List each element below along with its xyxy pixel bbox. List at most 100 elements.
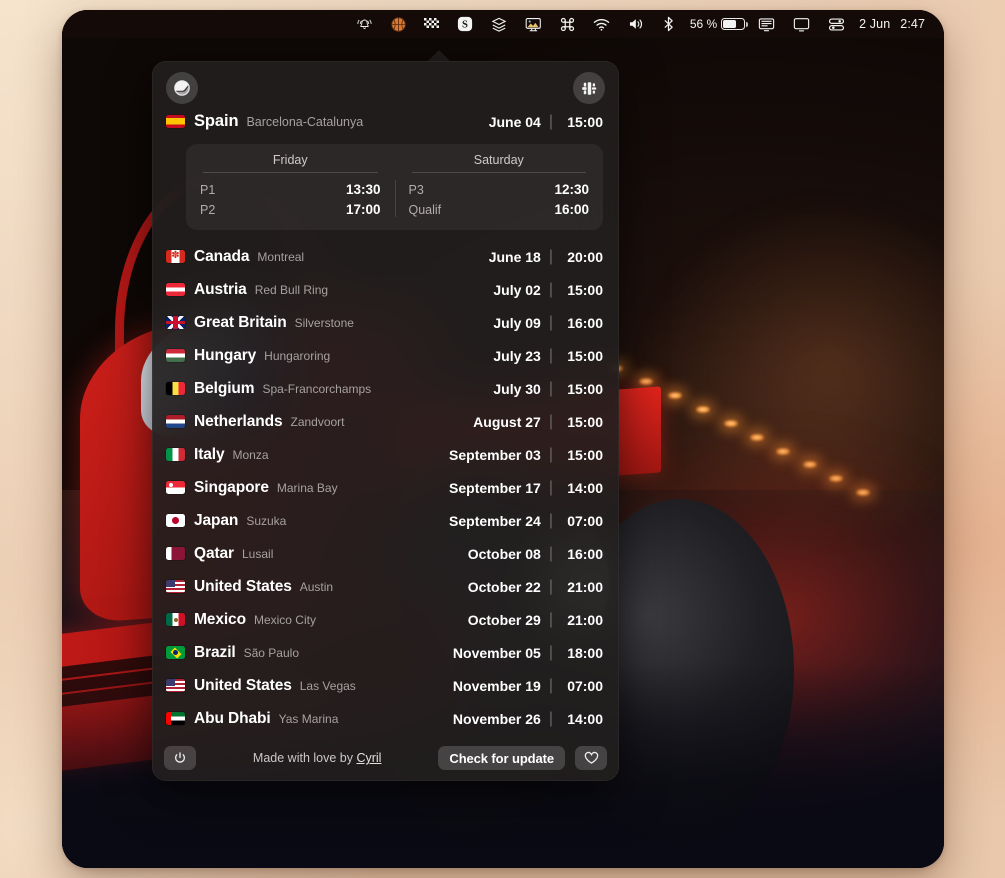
race-row[interactable]: Canada Montreal June 18 | 20:00	[152, 240, 619, 273]
race-row[interactable]: Belgium Spa-Francorchamps July 30 | 15:00	[152, 372, 619, 405]
race-row[interactable]: Italy Monza September 03 | 15:00	[152, 438, 619, 471]
race-row[interactable]: Hungary Hungaroring July 23 | 15:00	[152, 339, 619, 372]
race-date: August 27	[473, 413, 541, 430]
race-row[interactable]: United States Austin October 22 | 21:00	[152, 570, 619, 603]
credit-prefix: Made with love by	[252, 751, 353, 765]
check-for-update-button[interactable]: Check for update	[438, 746, 565, 770]
next-race-circuit: Barcelona-Catalunya	[246, 114, 364, 129]
race-separator: |	[548, 676, 553, 694]
menu-bar-date[interactable]: 2 Jun	[854, 17, 895, 31]
race-country: Japan	[194, 511, 239, 529]
race-row[interactable]: Great Britain Silverstone July 09 | 16:00	[152, 306, 619, 339]
sessions-column-saturday: Saturday P3 12:30 Qualif 16:00	[394, 153, 604, 219]
popover-footer: Made with love by Cyril Check for update	[152, 737, 619, 781]
race-date: July 02	[493, 281, 541, 298]
race-time: 21:00	[567, 578, 603, 595]
sessions-card: Friday P1 13:30 P2 17:00 Saturday P3 12:…	[186, 144, 603, 230]
race-time: 16:00	[567, 314, 603, 331]
f1-car-icon[interactable]	[573, 72, 605, 104]
checkered-flag-icon[interactable]	[415, 10, 448, 38]
race-separator: |	[548, 346, 553, 364]
display-icon[interactable]	[784, 10, 819, 38]
race-row[interactable]: Abu Dhabi Yas Marina November 26 | 14:00	[152, 702, 619, 735]
race-separator: |	[548, 445, 553, 463]
country-flag-icon	[166, 250, 185, 263]
race-row[interactable]: Japan Suzuka September 24 | 07:00	[152, 504, 619, 537]
app-s-icon[interactable]: S	[448, 10, 482, 38]
race-time: 18:00	[567, 644, 603, 661]
country-flag-icon	[166, 481, 185, 494]
wifi-icon[interactable]	[584, 10, 619, 38]
session-name: P3	[408, 182, 424, 197]
next-race-row[interactable]: Spain Barcelona-Catalunya June 04 | 15:0…	[152, 106, 619, 135]
battery-icon[interactable]	[721, 10, 749, 38]
race-row[interactable]: Singapore Marina Bay September 17 | 14:00	[152, 471, 619, 504]
race-circuit: Zandvoort	[290, 414, 345, 429]
race-circuit: Marina Bay	[276, 480, 338, 495]
country-flag-icon	[166, 316, 185, 329]
country-flag-icon	[166, 580, 185, 593]
tunnel-light	[696, 405, 711, 413]
race-date: October 08	[467, 545, 541, 562]
race-country: Brazil	[194, 643, 236, 661]
quit-power-button[interactable]	[164, 746, 196, 770]
session-row: P1 13:30	[199, 179, 382, 199]
race-country: Abu Dhabi	[194, 709, 271, 727]
country-flag-icon	[166, 547, 185, 560]
race-circuit: Austin	[299, 579, 334, 594]
race-row[interactable]: Mexico Mexico City October 29 | 21:00	[152, 603, 619, 636]
country-flag-icon	[166, 415, 185, 428]
race-country: Qatar	[194, 544, 234, 562]
race-country: Mexico	[194, 610, 246, 628]
tunnel-light	[638, 378, 653, 386]
race-time: 15:00	[567, 413, 603, 430]
next-race-country: Spain	[194, 112, 239, 130]
race-country: United States	[194, 676, 292, 694]
race-circuit: Suzuka	[246, 513, 287, 528]
race-row[interactable]: Austria Red Bull Ring July 02 | 15:00	[152, 273, 619, 306]
race-row[interactable]: Brazil São Paulo November 05 | 18:00	[152, 636, 619, 669]
layers-stack-icon[interactable]	[482, 10, 516, 38]
race-separator: |	[548, 577, 553, 595]
race-time: 20:00	[567, 248, 603, 265]
race-country: Belgium	[194, 379, 255, 397]
race-separator: |	[548, 610, 553, 628]
country-flag-icon	[166, 115, 185, 128]
race-date: July 09	[493, 314, 541, 331]
session-time: 16:00	[554, 201, 589, 217]
support-heart-button[interactable]	[575, 746, 607, 770]
command-key-icon[interactable]	[551, 10, 584, 38]
volume-icon[interactable]	[619, 10, 654, 38]
session-name: P2	[200, 202, 216, 217]
bluetooth-icon[interactable]	[654, 10, 683, 38]
country-flag-icon	[166, 613, 185, 626]
credit-author-link[interactable]: Cyril	[356, 751, 381, 765]
race-time: 15:00	[567, 446, 603, 463]
menu-bar-clock[interactable]: 2:47	[895, 17, 930, 31]
control-center-icon[interactable]	[819, 10, 854, 38]
race-date: September 03	[449, 446, 541, 463]
race-row[interactable]: United States Las Vegas November 19 | 07:00	[152, 669, 619, 702]
session-divider	[411, 172, 586, 173]
do-not-disturb-bell-icon[interactable]	[347, 10, 382, 38]
session-name: P1	[200, 182, 216, 197]
screen-mirroring-icon[interactable]	[749, 10, 784, 38]
laptop-screen: S 56 % 2 Jun 2:47 Spain Barcelona-Catalu…	[62, 10, 944, 868]
race-separator: |	[548, 247, 553, 265]
race-country: Canada	[194, 247, 250, 265]
tunnel-light	[667, 391, 682, 399]
racing-helmet-icon[interactable]	[166, 72, 198, 104]
race-country: Singapore	[194, 478, 269, 496]
display-wallpaper-icon[interactable]	[516, 10, 551, 38]
basketball-icon[interactable]	[382, 10, 415, 38]
race-separator: |	[548, 709, 553, 727]
f1-schedule-popover: Spain Barcelona-Catalunya June 04 | 15:0…	[152, 61, 619, 781]
race-row[interactable]: Qatar Lusail October 08 | 16:00	[152, 537, 619, 570]
country-flag-icon	[166, 283, 185, 296]
race-date: June 18	[488, 248, 541, 265]
race-country: Austria	[194, 280, 247, 298]
race-date: September 24	[449, 512, 541, 529]
race-row[interactable]: Netherlands Zandvoort August 27 | 15:00	[152, 405, 619, 438]
race-date: November 05	[452, 644, 541, 661]
race-circuit: Red Bull Ring	[254, 282, 329, 297]
